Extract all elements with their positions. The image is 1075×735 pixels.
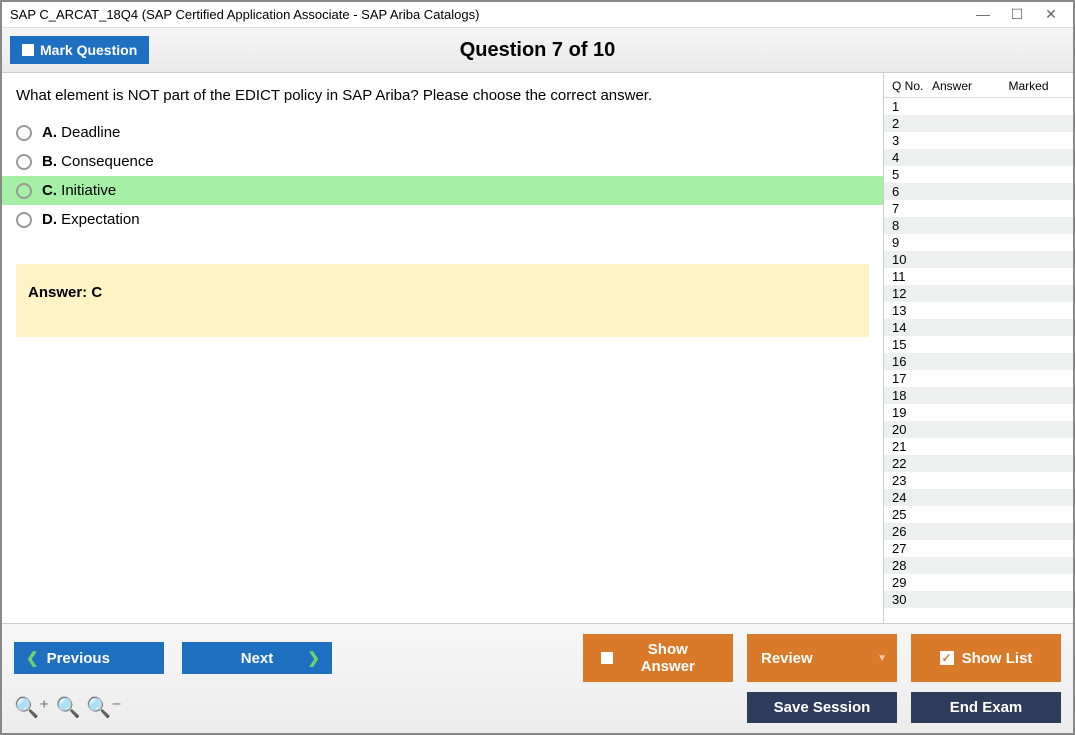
radio-icon [16,154,32,170]
qlist-row[interactable]: 19 [884,404,1073,421]
radio-icon [16,212,32,228]
qlist-row[interactable]: 13 [884,302,1073,319]
qlist-row[interactable]: 7 [884,200,1073,217]
option-label: D. Expectation [42,211,140,228]
qlist-row[interactable]: 24 [884,489,1073,506]
qlist-row[interactable]: 8 [884,217,1073,234]
show-list-button[interactable]: ✓ Show List [911,634,1061,682]
qlist-row[interactable]: 12 [884,285,1073,302]
question-counter: Question 7 of 10 [460,39,616,62]
show-list-label: Show List [962,650,1033,667]
window-title: SAP C_ARCAT_18Q4 (SAP Certified Applicat… [10,7,479,22]
question-pane: What element is NOT part of the EDICT po… [2,73,883,623]
qlist-row[interactable]: 9 [884,234,1073,251]
option-label: B. Consequence [42,153,154,170]
zoom-controls: 🔍⁺ 🔍 🔍⁻ [14,695,122,720]
save-session-button[interactable]: Save Session [747,692,897,723]
show-answer-button[interactable]: Show Answer [583,634,733,682]
mark-question-button[interactable]: Mark Question [10,36,149,64]
radio-icon [16,183,32,199]
check-icon: ✓ [940,651,954,665]
answer-prefix: Answer: [28,284,91,301]
zoom-in-icon[interactable]: 🔍⁺ [14,695,49,720]
qlist-row[interactable]: 10 [884,251,1073,268]
col-marked: Marked [992,79,1065,93]
option-label: A. Deadline [42,124,120,141]
chevron-down-icon: ▼ [877,653,887,664]
review-button[interactable]: Review ▼ [747,634,897,682]
qlist-row[interactable]: 26 [884,523,1073,540]
qlist-row[interactable]: 1 [884,98,1073,115]
qlist-row[interactable]: 23 [884,472,1073,489]
show-answer-label: Show Answer [621,641,715,675]
maximize-icon[interactable]: ☐ [1009,6,1025,23]
review-label: Review [761,650,813,667]
qlist-row[interactable]: 11 [884,268,1073,285]
option-row-D[interactable]: D. Expectation [2,205,883,234]
option-row-B[interactable]: B. Consequence [2,147,883,176]
qlist-header: Q No. Answer Marked [884,73,1073,98]
qlist-row[interactable]: 15 [884,336,1073,353]
option-row-A[interactable]: A. Deadline [2,118,883,147]
chevron-right-icon: ❯ [307,649,320,667]
qlist-row[interactable]: 17 [884,370,1073,387]
qlist-row[interactable]: 16 [884,353,1073,370]
next-button[interactable]: Next ❯ [182,642,332,674]
qlist-body[interactable]: 1234567891011121314151617181920212223242… [884,98,1073,623]
previous-button[interactable]: ❮ Previous [14,642,164,674]
qlist-row[interactable]: 20 [884,421,1073,438]
answer-box: Answer: C [16,264,869,337]
footer: ❮ Previous Next ❯ Show Answer Review ▼ [2,623,1073,733]
checkbox-icon [601,652,613,664]
next-label: Next [241,650,274,667]
previous-label: Previous [47,650,110,667]
qlist-row[interactable]: 22 [884,455,1073,472]
qlist-row[interactable]: 6 [884,183,1073,200]
qlist-row[interactable]: 2 [884,115,1073,132]
qlist-row[interactable]: 28 [884,557,1073,574]
title-bar: SAP C_ARCAT_18Q4 (SAP Certified Applicat… [2,2,1073,28]
qlist-row[interactable]: 5 [884,166,1073,183]
chevron-left-icon: ❮ [26,649,39,667]
checkbox-icon [22,44,34,56]
qlist-row[interactable]: 14 [884,319,1073,336]
qlist-row[interactable]: 3 [884,132,1073,149]
qlist-row[interactable]: 18 [884,387,1073,404]
header-bar: Mark Question Question 7 of 10 [2,28,1073,73]
qlist-row[interactable]: 30 [884,591,1073,608]
zoom-out-icon[interactable]: 🔍⁻ [86,695,121,720]
qlist-row[interactable]: 27 [884,540,1073,557]
qlist-row[interactable]: 21 [884,438,1073,455]
zoom-reset-icon[interactable]: 🔍 [55,695,80,720]
end-exam-button[interactable]: End Exam [911,692,1061,723]
qlist-row[interactable]: 29 [884,574,1073,591]
mark-question-label: Mark Question [40,42,137,58]
minimize-icon[interactable]: — [975,6,991,23]
close-icon[interactable]: ✕ [1043,6,1059,23]
option-label: C. Initiative [42,182,116,199]
option-row-C[interactable]: C. Initiative [2,176,883,205]
qlist-row[interactable]: 25 [884,506,1073,523]
qlist-row[interactable]: 4 [884,149,1073,166]
radio-icon [16,125,32,141]
save-session-label: Save Session [774,699,871,716]
col-qno: Q No. [892,79,932,93]
col-answer: Answer [932,79,992,93]
question-text: What element is NOT part of the EDICT po… [2,87,883,118]
question-list-pane: Q No. Answer Marked 12345678910111213141… [883,73,1073,623]
answer-value: C [91,284,102,301]
end-exam-label: End Exam [950,699,1023,716]
